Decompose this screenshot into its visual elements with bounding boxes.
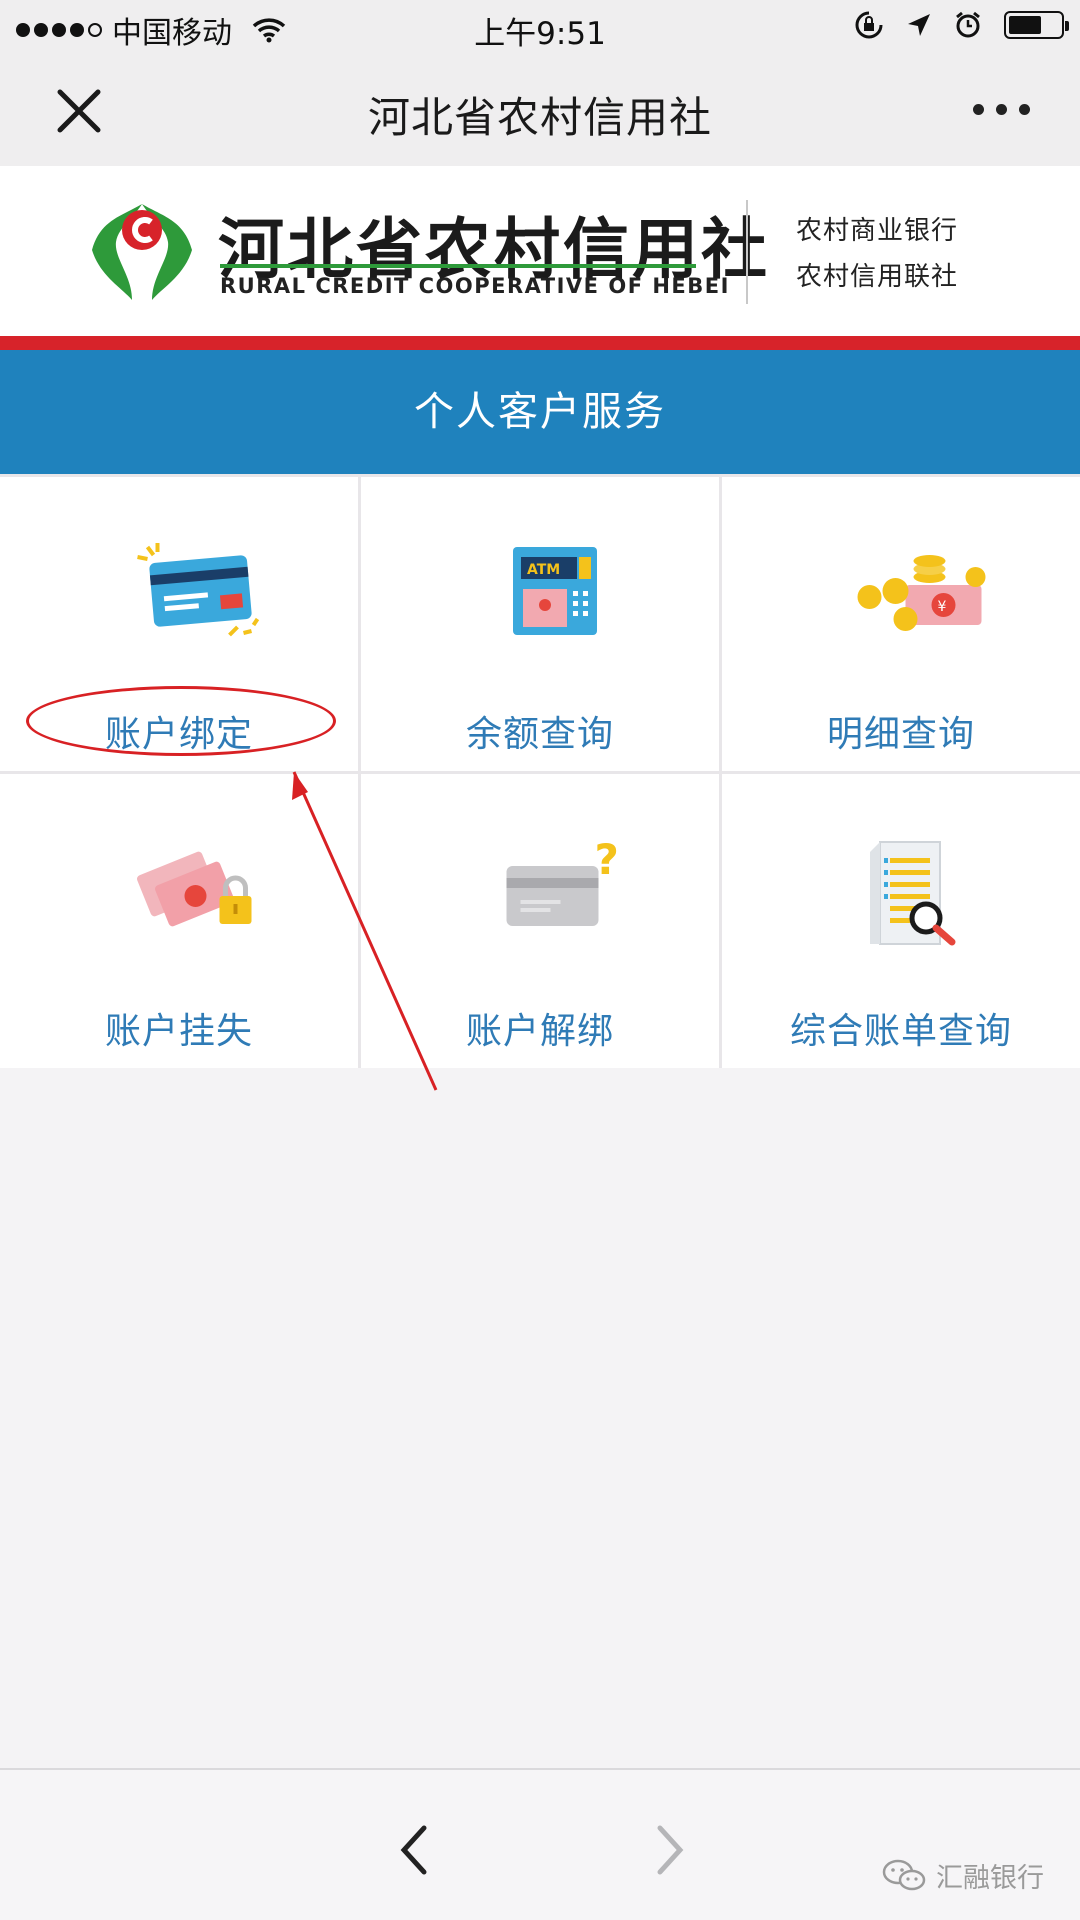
location-icon xyxy=(908,14,930,36)
service-statement-inquiry[interactable]: 综合账单查询 xyxy=(722,774,1080,1068)
sub-name-credit-union: 农村信用联社 xyxy=(796,262,959,292)
service-label: 明细查询 xyxy=(826,714,975,755)
bank-logo-icon xyxy=(92,204,192,300)
atm-icon: ATM xyxy=(513,547,597,635)
card-question-icon: ? xyxy=(506,838,619,926)
svg-text:?: ? xyxy=(595,838,619,884)
service-grid: 账户绑定 ATM 余额查询 ¥ 明细查询 账户挂失 ? 账户解绑 综合账单查询 xyxy=(0,474,1080,1068)
bank-card-icon xyxy=(137,543,260,637)
document-search-icon xyxy=(870,841,956,946)
alarm-icon xyxy=(956,11,980,38)
service-balance-inquiry[interactable]: ATM 余额查询 xyxy=(361,477,719,771)
back-button[interactable] xyxy=(394,1820,434,1880)
money-coins-icon: ¥ xyxy=(857,555,986,631)
banner-red-stripe xyxy=(0,336,1080,350)
bottom-toolbar: 汇融银行 xyxy=(0,1768,1080,1920)
svg-text:ATM: ATM xyxy=(527,562,560,578)
banner-divider xyxy=(746,200,748,304)
rotation-lock-icon xyxy=(855,11,883,39)
nav-bar: 河北省农村信用社 xyxy=(0,54,1080,166)
page-title: 河北省农村信用社 xyxy=(367,93,712,142)
service-detail-inquiry[interactable]: ¥ 明细查询 xyxy=(722,477,1080,771)
watermark-text: 汇融银行 xyxy=(936,1863,1044,1894)
status-bar: 中国移动 上午9:51 xyxy=(0,0,1080,54)
section-header: 个人客户服务 xyxy=(0,350,1080,474)
battery-icon xyxy=(1004,11,1069,39)
status-right xyxy=(854,10,1069,40)
service-label: 综合账单查询 xyxy=(789,1011,1012,1052)
bank-banner: 河北省农村信用社 RURAL CREDIT COOPERATIVE OF HEB… xyxy=(0,166,1080,336)
sub-name-commercial-bank: 农村商业银行 xyxy=(796,216,959,246)
watermark: 汇融银行 xyxy=(882,1856,1044,1895)
annotation-circle xyxy=(26,686,336,756)
forward-button[interactable] xyxy=(650,1820,690,1880)
annotation-arrow xyxy=(292,771,438,1091)
banner-underline xyxy=(220,264,696,268)
money-lock-icon xyxy=(137,851,252,927)
bank-name-english: RURAL CREDIT COOPERATIVE OF HEBEI xyxy=(220,274,730,298)
more-options-button[interactable] xyxy=(973,104,1030,115)
svg-text:¥: ¥ xyxy=(938,599,947,615)
service-label: 余额查询 xyxy=(465,714,614,755)
wechat-icon xyxy=(882,1859,926,1890)
